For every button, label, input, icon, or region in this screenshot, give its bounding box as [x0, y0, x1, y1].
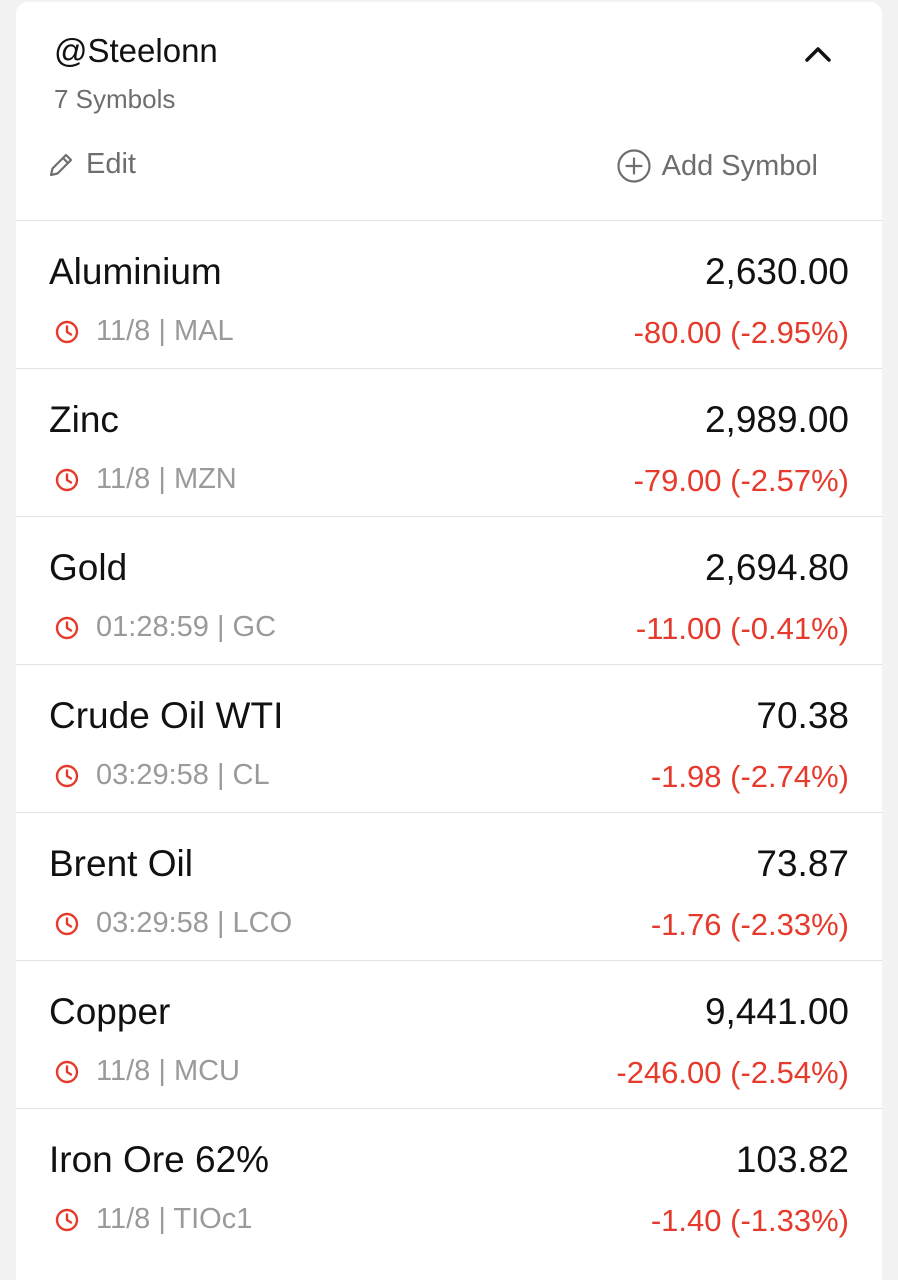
- chevron-up-icon: [805, 47, 831, 62]
- symbol-name: Gold: [49, 547, 128, 588]
- clock-icon: [55, 1208, 79, 1231]
- clock-icon: [55, 468, 79, 491]
- edit-button[interactable]: Edit: [46, 148, 136, 181]
- symbol-name: Brent Oil: [49, 843, 193, 884]
- symbol-meta: 11/8 | MZN: [54, 463, 237, 496]
- symbol-price: 9,441.00: [704, 991, 849, 1032]
- symbol-price: 73.87: [756, 843, 849, 884]
- add-symbol-label: Add Symbol: [661, 149, 818, 182]
- symbol-meta: 03:29:58 | CL: [54, 759, 270, 792]
- symbol-price: 2,989.00: [704, 399, 849, 440]
- symbol-name: Copper: [49, 991, 171, 1032]
- symbol-change: -79.00 (-2.57%): [633, 463, 849, 498]
- collapse-button[interactable]: [798, 36, 838, 72]
- symbol-row-mcu[interactable]: Copper 9,441.00 11/8 | MCU -246.00 (-2.5…: [16, 961, 882, 1109]
- symbol-meta: 11/8 | MCU: [54, 1055, 240, 1088]
- symbol-time-ticker: 03:29:58 | CL: [96, 759, 270, 791]
- symbol-meta: 11/8 | MAL: [54, 315, 234, 348]
- symbol-time-ticker: 11/8 | MAL: [96, 315, 234, 347]
- symbol-name: Crude Oil WTI: [49, 695, 284, 736]
- symbol-name: Iron Ore 62%: [49, 1139, 270, 1180]
- watchlist-title: @Steelonn: [54, 32, 218, 69]
- symbol-count: 7 Symbols: [54, 84, 176, 114]
- symbol-row-gc[interactable]: Gold 2,694.80 01:28:59 | GC -11.00 (-0.4…: [16, 517, 882, 665]
- clock-icon: [55, 764, 79, 787]
- watchlist-header: @Steelonn 7 Symbols Edit Add Symbol: [16, 2, 882, 221]
- symbol-meta: 01:28:59 | GC: [54, 611, 276, 644]
- symbol-row-mzn[interactable]: Zinc 2,989.00 11/8 | MZN -79.00 (-2.57%): [16, 369, 882, 517]
- symbol-change: -246.00 (-2.54%): [616, 1055, 849, 1090]
- clock-icon: [55, 320, 79, 343]
- symbol-time-ticker: 11/8 | MZN: [96, 463, 237, 495]
- symbol-price: 2,694.80: [704, 547, 849, 588]
- symbol-name: Aluminium: [49, 251, 222, 292]
- pencil-icon: [49, 153, 73, 176]
- symbol-meta: 03:29:58 | LCO: [54, 907, 292, 940]
- symbol-row-tioc1[interactable]: Iron Ore 62% 103.82 11/8 | TIOc1 -1.40 (…: [16, 1109, 882, 1256]
- symbol-time-ticker: 01:28:59 | GC: [96, 611, 277, 643]
- symbol-change: -1.98 (-2.74%): [650, 759, 849, 794]
- symbol-list: Aluminium 2,630.00 11/8 | MAL -80.00 (-2…: [16, 221, 882, 1256]
- symbol-change: -80.00 (-2.95%): [633, 315, 849, 350]
- symbol-price: 103.82: [735, 1139, 849, 1180]
- clock-icon: [55, 912, 79, 935]
- symbol-time-ticker: 11/8 | MCU: [96, 1055, 240, 1087]
- add-symbol-button[interactable]: Add Symbol: [616, 148, 818, 184]
- symbol-time-ticker: 11/8 | TIOc1: [96, 1203, 253, 1235]
- plus-circle-icon: [617, 149, 651, 183]
- symbol-change: -1.40 (-1.33%): [650, 1203, 849, 1238]
- watchlist-card: @Steelonn 7 Symbols Edit Add Symbol Alum…: [16, 2, 882, 1280]
- symbol-time-ticker: 03:29:58 | LCO: [96, 907, 293, 939]
- symbol-row-mal[interactable]: Aluminium 2,630.00 11/8 | MAL -80.00 (-2…: [16, 221, 882, 369]
- symbol-price: 70.38: [756, 695, 849, 736]
- symbol-change: -1.76 (-2.33%): [650, 907, 849, 942]
- symbol-meta: 11/8 | TIOc1: [54, 1203, 252, 1236]
- symbol-change: -11.00 (-0.41%): [635, 611, 849, 646]
- symbol-row-lco[interactable]: Brent Oil 73.87 03:29:58 | LCO -1.76 (-2…: [16, 813, 882, 961]
- clock-icon: [55, 616, 79, 639]
- clock-icon: [55, 1060, 79, 1083]
- symbol-row-cl[interactable]: Crude Oil WTI 70.38 03:29:58 | CL -1.98 …: [16, 665, 882, 813]
- edit-label: Edit: [86, 148, 136, 180]
- symbol-price: 2,630.00: [704, 251, 849, 292]
- symbol-name: Zinc: [49, 399, 119, 440]
